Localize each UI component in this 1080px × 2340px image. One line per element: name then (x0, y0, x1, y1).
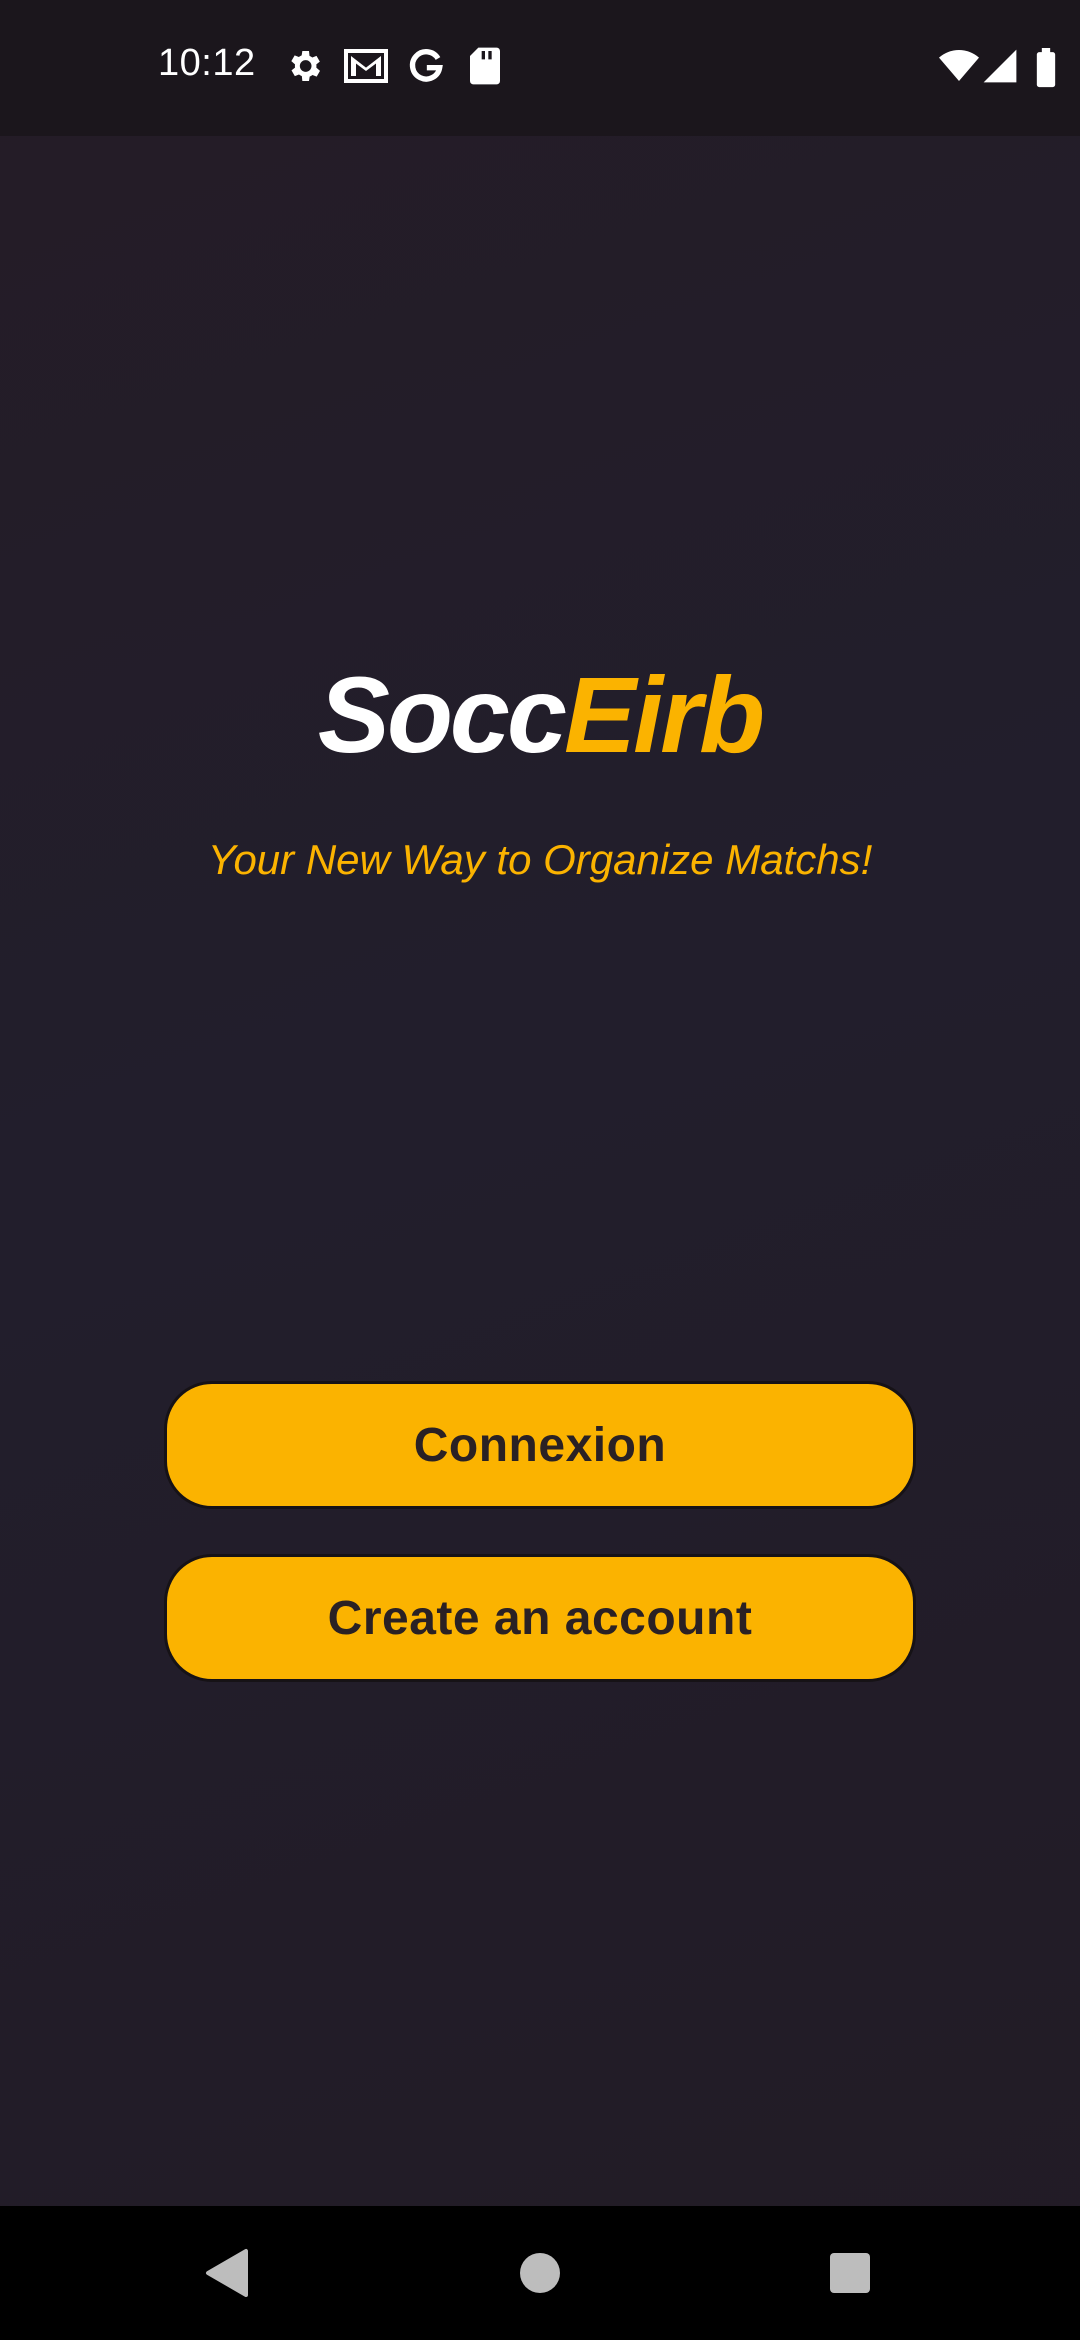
status-time: 10:12 (158, 42, 256, 84)
signal-icon (982, 46, 1018, 86)
back-icon[interactable] (182, 2228, 272, 2318)
recents-icon[interactable] (805, 2228, 895, 2318)
wifi-icon (936, 46, 982, 86)
google-icon (406, 46, 446, 86)
welcome-screen: 10:12 SoccEirb Your New Way to Organize … (0, 0, 1080, 2340)
create-account-button[interactable]: Create an account (164, 1554, 916, 1682)
app-title-socc: Socc (317, 654, 567, 775)
sd-card-icon (468, 46, 502, 86)
gear-icon (284, 46, 324, 86)
app-title: SoccEirb (0, 650, 1080, 780)
navigation-bar (0, 2206, 1080, 2340)
status-bar: 10:12 (0, 0, 1080, 136)
tagline: Your New Way to Organize Matchs! (207, 836, 873, 883)
battery-icon (1034, 48, 1058, 88)
home-icon[interactable] (495, 2228, 585, 2318)
connexion-button[interactable]: Connexion (164, 1381, 916, 1509)
app-title-eirb: Eirb (564, 654, 765, 775)
gmail-icon (344, 46, 388, 86)
